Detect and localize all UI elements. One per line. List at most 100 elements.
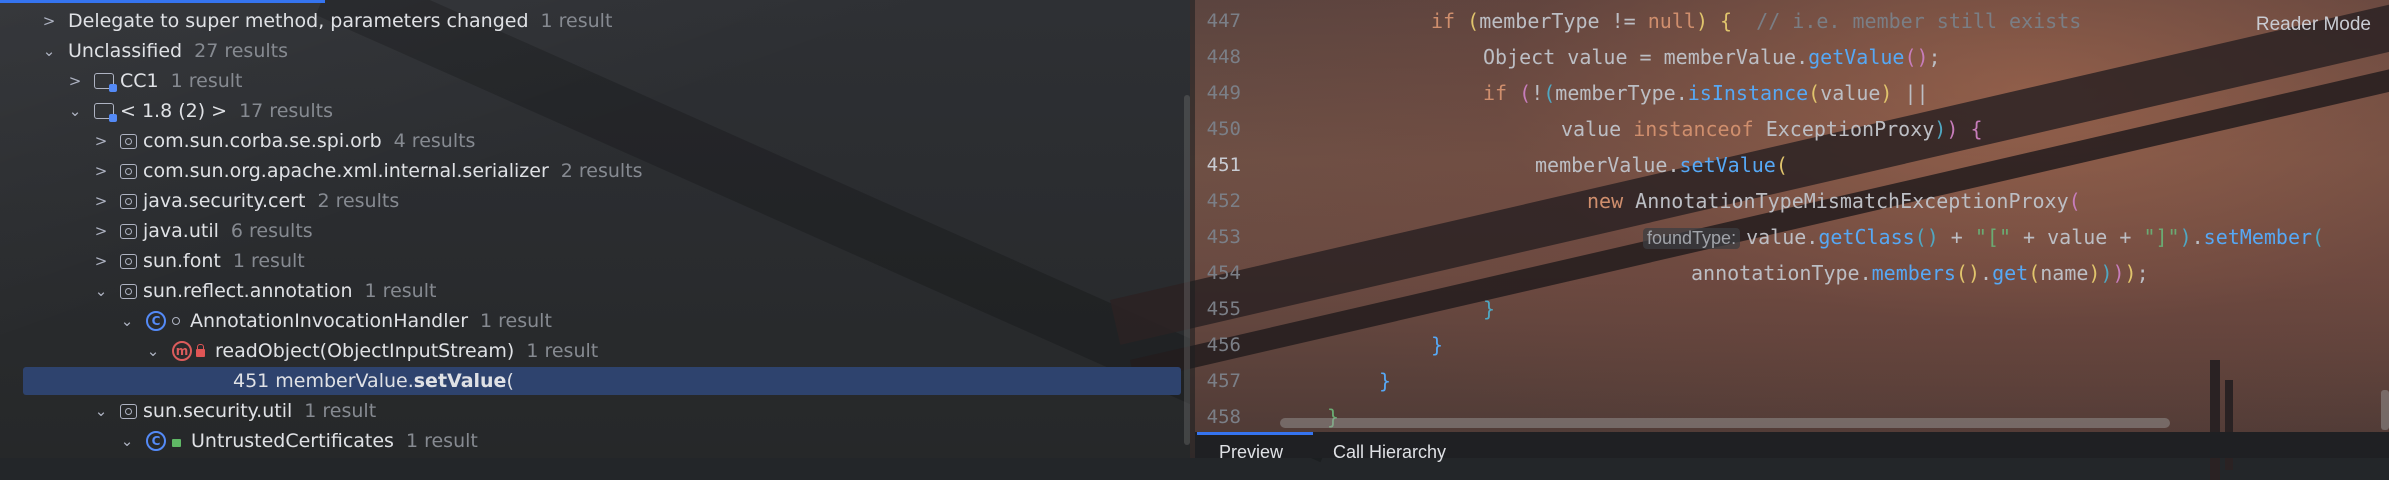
node-count: 1 result: [364, 280, 437, 302]
node-label: Unclassified: [68, 40, 183, 62]
tree-node-package[interactable]: > java.security.cert 2 results: [0, 186, 1280, 216]
code-line-448: Object value = memberValue.getValue();: [1483, 45, 1941, 69]
reader-mode-button[interactable]: Reader Mode: [2256, 14, 2371, 36]
tree-node-package[interactable]: ⌄ sun.reflect.annotation 1 result: [0, 276, 1280, 306]
node-label: java.util: [143, 220, 219, 242]
snippet-prefix: memberValue.: [275, 370, 414, 392]
node-count: 2 results: [560, 160, 643, 182]
usage-row-selected[interactable]: 451 memberValue.setValue(: [23, 367, 1181, 395]
package-icon: [120, 193, 137, 209]
node-label: AnnotationInvocationHandler: [190, 310, 469, 332]
tab-preview[interactable]: Preview: [1219, 442, 1283, 463]
chevron-down-icon[interactable]: ⌄: [116, 432, 138, 450]
chevron-right-icon[interactable]: >: [90, 132, 112, 150]
line-number: 457: [1206, 370, 1241, 392]
node-count: 27 results: [194, 40, 288, 62]
node-label: UntrustedCertificates: [191, 430, 394, 452]
code-line-452: new AnnotationTypeMismatchExceptionProxy…: [1587, 189, 2081, 213]
vertical-scrollbar[interactable]: [2381, 390, 2389, 430]
snippet-method: setValue: [413, 370, 507, 392]
package-icon: [120, 253, 137, 269]
usages-tree: > Delegate to super method, parameters c…: [0, 0, 1190, 458]
module-icon: [94, 73, 117, 92]
code-preview[interactable]: Reader Mode 447 448 449 450 451 452 453 …: [1195, 0, 2389, 462]
line-number: 448: [1206, 46, 1241, 68]
chevron-right-icon[interactable]: >: [90, 252, 112, 270]
chevron-right-icon[interactable]: >: [90, 162, 112, 180]
line-number: 456: [1206, 334, 1241, 356]
node-count: 6 results: [230, 220, 313, 242]
snippet-suffix: (: [506, 370, 514, 392]
node-count: 17 results: [239, 100, 333, 122]
tree-node-package[interactable]: > com.sun.org.apache.xml.internal.serial…: [0, 156, 1280, 186]
method-icon: m: [172, 341, 192, 361]
line-number: 453: [1206, 226, 1241, 248]
chevron-right-icon[interactable]: >: [64, 72, 86, 90]
node-count: 2 results: [317, 190, 400, 212]
node-label: com.sun.org.apache.xml.internal.serializ…: [143, 160, 549, 182]
line-number: 452: [1206, 190, 1241, 212]
node-count: 1 result: [480, 310, 552, 332]
chevron-right-icon[interactable]: >: [90, 222, 112, 240]
code-line-454: annotationType.members().get(name))));: [1691, 261, 2149, 285]
tree-node-unclassified[interactable]: ⌄ Unclassified 27 results: [0, 36, 1228, 66]
code-line-450: value instanceof ExceptionProxy)) {: [1561, 117, 1983, 141]
chevron-right-icon[interactable]: >: [90, 192, 112, 210]
node-count: 4 results: [393, 130, 476, 152]
chevron-down-icon[interactable]: ⌄: [116, 312, 138, 330]
node-label: < 1.8 (2) >: [120, 100, 228, 122]
horizontal-scrollbar[interactable]: [1280, 418, 2170, 428]
chevron-down-icon[interactable]: ⌄: [38, 42, 60, 60]
visibility-icon: [172, 317, 180, 325]
tree-node-delegate[interactable]: > Delegate to super method, parameters c…: [0, 6, 1228, 36]
node-count: 1 result: [170, 70, 243, 92]
line-number: 455: [1206, 298, 1241, 320]
chevron-down-icon[interactable]: ⌄: [64, 102, 86, 120]
line-number: 454: [1206, 262, 1241, 284]
active-tab-indicator: [1197, 432, 1313, 435]
line-number: 449: [1206, 82, 1241, 104]
package-icon: [120, 223, 137, 239]
code-line-451: memberValue.setValue(: [1535, 153, 1788, 177]
line-number: 458: [1206, 406, 1241, 428]
node-label: sun.font: [143, 250, 221, 272]
tree-node-package[interactable]: > sun.font 1 result: [0, 246, 1280, 276]
line-number: 450: [1206, 118, 1241, 140]
node-label: CC1: [120, 70, 159, 92]
class-icon: C: [146, 311, 166, 331]
node-label: sun.security.util: [143, 400, 293, 422]
lock-icon: [196, 344, 205, 357]
chevron-down-icon[interactable]: ⌄: [90, 282, 112, 300]
tree-node-package[interactable]: > java.util 6 results: [0, 216, 1280, 246]
chevron-right-icon[interactable]: >: [38, 12, 60, 30]
tree-node-package[interactable]: > com.sun.corba.se.spi.orb 4 results: [0, 126, 1280, 156]
code-comment: // i.e. member still exists: [1756, 9, 2082, 33]
code-line-449: if (!(memberType.isInstance(value) ||: [1483, 81, 1929, 105]
tree-node-cc1[interactable]: > CC1 1 result: [0, 66, 1254, 96]
code-line-453: foundType: value.getClass() + "[" + value…: [1643, 225, 2324, 249]
line-number: 447: [1206, 10, 1241, 32]
package-icon: [120, 403, 137, 419]
library-icon: [94, 103, 117, 122]
node-label: Delegate to super method, parameters cha…: [68, 10, 529, 32]
node-count: 1 result: [405, 430, 478, 452]
chevron-down-icon[interactable]: ⌄: [90, 402, 112, 420]
tree-node-method[interactable]: ⌄ m readObject(ObjectInputStream) 1 resu…: [0, 336, 1332, 366]
code-line-447: if (memberType != null) { // i.e. member…: [1431, 9, 2082, 33]
tree-node-class[interactable]: ⌄ C UntrustedCertificates 1 result: [0, 426, 1306, 456]
node-count: 1 result: [540, 10, 613, 32]
bottom-tab-bar: Preview Call Hierarchy: [1195, 432, 2389, 462]
node-count: 1 result: [232, 250, 305, 272]
usage-line-number: 451: [233, 370, 270, 392]
node-label: java.security.cert: [143, 190, 306, 212]
node-label: readObject(ObjectInputStream): [215, 340, 515, 362]
tab-call-hierarchy[interactable]: Call Hierarchy: [1333, 442, 1446, 463]
tree-node-package[interactable]: ⌄ sun.security.util 1 result: [0, 396, 1280, 426]
node-count: 1 result: [304, 400, 377, 422]
parameter-hint: foundType:: [1643, 228, 1741, 249]
node-label: com.sun.corba.se.spi.orb: [143, 130, 382, 152]
chevron-down-icon[interactable]: ⌄: [142, 342, 164, 360]
tree-node-jdk[interactable]: ⌄ < 1.8 (2) > 17 results: [0, 96, 1254, 126]
package-icon: [120, 133, 137, 149]
tree-node-class[interactable]: ⌄ C AnnotationInvocationHandler 1 result: [0, 306, 1306, 336]
